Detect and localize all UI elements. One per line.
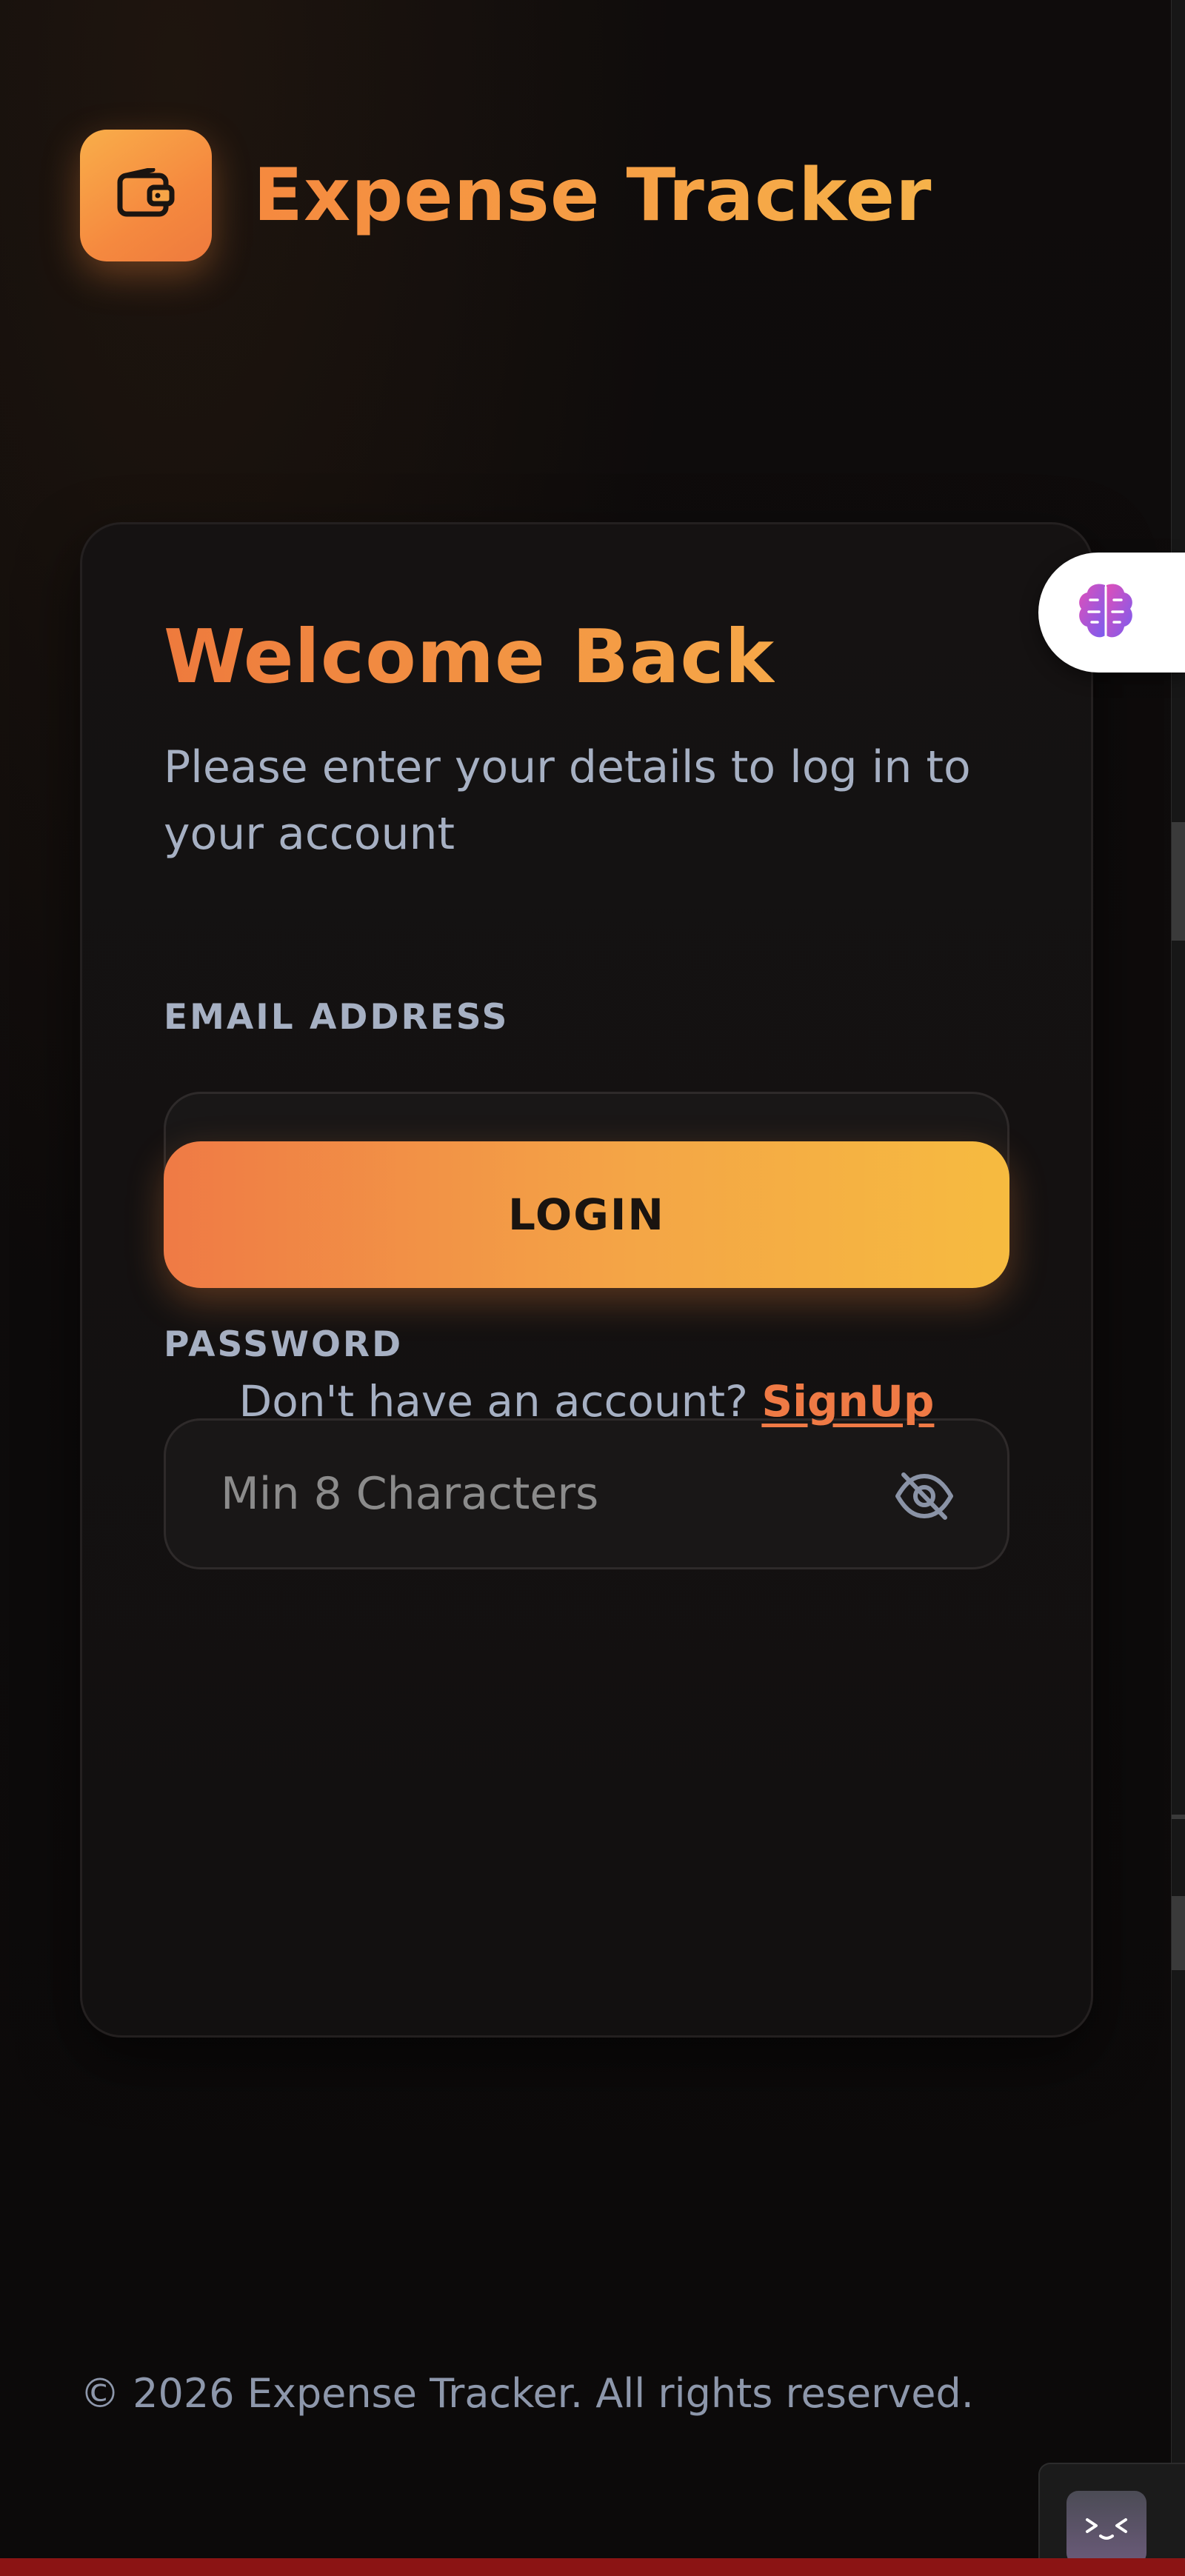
page-subtitle: Please enter your details to log in to y…: [164, 741, 971, 860]
scrollbar-tick: [1172, 1896, 1185, 1970]
login-card: Welcome Back Please enter your details t…: [80, 522, 1093, 2038]
brain-icon: [1072, 578, 1139, 647]
email-label: EMAIL ADDRESS: [164, 997, 510, 1038]
bottom-status-bar: [0, 2558, 1185, 2576]
eye-off-icon[interactable]: [893, 1466, 955, 1526]
password-input[interactable]: [221, 1421, 887, 1567]
password-field-container: [164, 1418, 1009, 1569]
app-logo: [80, 130, 212, 261]
footer-copyright: © 2026 Expense Tracker. All rights reser…: [80, 2370, 974, 2417]
signup-link[interactable]: SignUp: [761, 1376, 934, 1427]
assistant-widget-button[interactable]: [1038, 553, 1185, 673]
password-label: PASSWORD: [164, 1324, 404, 1365]
signup-prompt: Don't have an account? SignUp: [164, 1376, 1009, 1427]
wallet-icon: [117, 167, 175, 223]
page-title: Welcome Back: [164, 613, 775, 700]
scrollbar-track[interactable]: [1171, 0, 1185, 2563]
app-title: Expense Tracker: [253, 153, 932, 238]
signup-prompt-text: Don't have an account?: [238, 1376, 748, 1427]
app-header: Expense Tracker: [80, 130, 932, 261]
login-button[interactable]: LOGIN: [164, 1141, 1009, 1288]
scrollbar-tick: [1172, 1815, 1185, 1819]
scrollbar-thumb[interactable]: [1172, 822, 1185, 941]
assistant-face-icon: [1066, 2491, 1146, 2565]
